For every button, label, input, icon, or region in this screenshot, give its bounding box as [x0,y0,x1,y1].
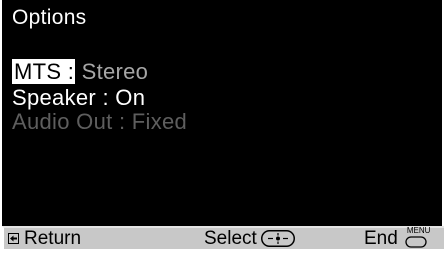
menu-item-value: Fixed [131,109,188,134]
end-label: End [364,227,398,249]
joystick-icon [260,230,295,247]
menu-item-speaker[interactable]: Speaker : On [12,86,145,110]
menu-item-value: On [115,85,146,110]
menu-item-label: Speaker : [12,85,109,110]
select-label: Select [204,227,257,249]
menu-item-label: Audio Out : [12,109,126,134]
button-guide-bar: Return Select End MENU [2,226,444,249]
return-label: Return [24,227,82,249]
menu-item-audio-out: Audio Out : Fixed [12,110,187,134]
return-arrow-icon [8,233,19,244]
select-button[interactable]: Select [204,228,295,249]
menu-title: Options [12,6,87,29]
menu-item-label: MTS : [12,59,76,84]
end-button[interactable]: End MENU [364,227,430,249]
menu-item-mts[interactable]: MTS : Stereo [12,59,149,84]
menu-button-icon: MENU [404,227,430,249]
return-button[interactable]: Return [8,228,81,249]
osd-screen: Options MTS : Stereo Speaker : On Audio … [0,0,444,249]
menu-item-value: Stereo [81,59,149,84]
